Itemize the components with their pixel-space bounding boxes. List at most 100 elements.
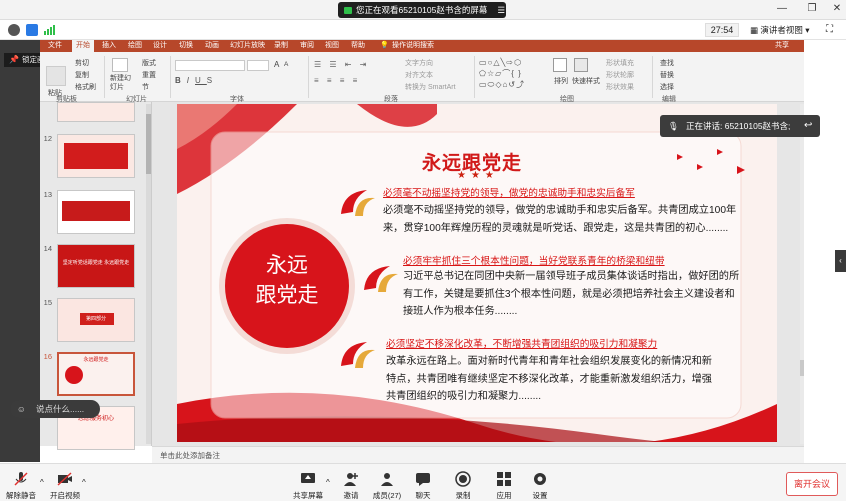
tab-help[interactable]: 帮助 (351, 40, 365, 52)
gear-icon (534, 473, 546, 485)
chat-icon (416, 473, 430, 486)
format-painter-button[interactable]: 格式刷 (75, 82, 96, 92)
video-button[interactable]: 开启视频 (48, 471, 82, 501)
tab-design[interactable]: 设计 (153, 40, 167, 52)
notes-placeholder[interactable]: 单击此处添加备注 (160, 450, 220, 461)
tab-home[interactable]: 开始 (72, 40, 94, 52)
align-text-button[interactable]: 对齐文本 (405, 70, 433, 80)
shape-effects-button[interactable]: 形状效果 (606, 82, 634, 92)
thumbnail-title: 坚定听党话跟党走 永远跟党走 (62, 260, 130, 266)
smartart-button[interactable]: 转换为 SmartArt (405, 82, 456, 92)
section-heading-1: 必须毫不动摇坚持党的领导，做党的忠诚助手和忠实后备军 (383, 188, 635, 199)
share-banner[interactable]: 您正在观看65210105赵书含的屏幕 ☰ (338, 2, 506, 18)
notes-pane[interactable] (152, 446, 804, 463)
tab-transitions[interactable]: 切换 (179, 40, 193, 52)
tab-review[interactable]: 审阅 (300, 40, 314, 52)
font-name-field[interactable] (175, 60, 245, 71)
section-heading-2: 必须牢牢抓住三个根本性问题，当好党联系青年的桥梁和纽带 (403, 256, 665, 267)
thumbnail-scrollbar-thumb[interactable] (146, 114, 151, 174)
lightbulb-icon: 💡 (380, 42, 389, 49)
section-button[interactable]: 节 (142, 82, 149, 92)
slide-thumbnail[interactable] (57, 190, 135, 234)
slide-thumbnail[interactable] (57, 134, 135, 178)
select-button[interactable]: 选择 (660, 82, 674, 92)
ribbon-tab-bar: 文件 开始 插入 绘图 设计 切换 动画 幻灯片放映 录制 审阅 视图 帮助 💡… (40, 40, 805, 52)
arrange-icon[interactable] (553, 58, 567, 72)
quick-styles-icon[interactable] (574, 58, 588, 72)
slide-number: 13 (43, 190, 52, 199)
font-size-up-button[interactable]: A (274, 60, 279, 69)
quick-styles-button[interactable]: 快速样式 (572, 76, 600, 86)
tab-draw[interactable]: 绘图 (128, 40, 142, 52)
text-direction-button[interactable]: 文字方向 (405, 58, 433, 68)
shape-outline-button[interactable]: 形状轮廓 (606, 70, 634, 80)
reset-button[interactable]: 重置 (142, 70, 156, 80)
font-size-down-button[interactable]: A (284, 61, 288, 68)
view-mode-dropdown[interactable]: ▦ 演讲者视图 ▾ (750, 23, 810, 37)
left-sidebar (0, 40, 40, 462)
chat-placeholder: 说点什么...... (36, 404, 85, 414)
section-2-line: 有工作，关键是要抓住3个根本性问题，就是必须把培养社会主义建设者和 (403, 288, 735, 300)
microphone-muted-icon (14, 472, 28, 486)
paste-icon[interactable] (46, 66, 66, 86)
leave-meeting-button[interactable]: 离开会议 (786, 472, 838, 496)
current-slide[interactable]: 永远跟党走 ★★★ 永远 跟党走 必须毫不动摇坚持党的领导，做党的忠诚助手和忠实… (177, 104, 777, 442)
microphone-icon: 🎙 (668, 121, 679, 131)
new-slide-icon[interactable] (112, 58, 128, 72)
shield-icon[interactable] (26, 24, 38, 36)
side-panel-toggle[interactable]: ‹ (835, 250, 846, 272)
tab-view[interactable]: 视图 (325, 40, 339, 52)
menu-icon[interactable]: ☰ (497, 2, 505, 18)
copy-button[interactable]: 复制 (75, 70, 89, 80)
share-button[interactable]: 共享 (775, 40, 789, 52)
layout-button[interactable]: 版式 (142, 58, 156, 68)
slide-thumbnail-selected[interactable]: 永远跟党走 (57, 352, 135, 396)
shapes-gallery[interactable]: ▭○△╲⇨⬡ ⬠☆▱⌒{ } ▭⬭◇⌂↺⤴ (479, 57, 547, 91)
close-icon[interactable]: ✕ (830, 3, 844, 14)
reply-icon[interactable]: ↩ (804, 115, 812, 137)
chevron-up-icon[interactable]: ^ (82, 478, 86, 487)
minimize-icon[interactable]: — (775, 3, 789, 14)
share-screen-button[interactable]: 共享屏幕 (291, 471, 325, 501)
section-3-line: 共青团组织的吸引力和凝聚力........ (386, 391, 542, 402)
shape-fill-button[interactable]: 形状填充 (606, 58, 634, 68)
new-slide-button[interactable]: 新建幻灯片 (110, 74, 132, 92)
members-button[interactable]: 成员(27) (370, 471, 404, 501)
invite-button[interactable]: 邀请 (334, 471, 368, 501)
meeting-timer: 27:54 (705, 23, 739, 37)
fullscreen-icon[interactable]: ⛶ (826, 24, 833, 35)
font-size-field[interactable] (247, 60, 269, 71)
settings-button[interactable]: 设置 (523, 471, 557, 501)
chevron-up-icon[interactable]: ^ (40, 478, 44, 487)
chat-input[interactable]: ☺ 说点什么...... (10, 400, 100, 418)
tell-me-search[interactable]: 操作说明搜索 (392, 40, 434, 52)
font-format-buttons[interactable]: BIUS (175, 76, 218, 85)
record-button[interactable]: 录制 (446, 471, 480, 501)
find-button[interactable]: 查找 (660, 58, 674, 68)
tab-record[interactable]: 录制 (274, 40, 288, 52)
replace-button[interactable]: 替换 (660, 70, 674, 80)
cut-button[interactable]: 剪切 (75, 58, 89, 68)
tab-animations[interactable]: 动画 (205, 40, 219, 52)
section-1-line: 来，贯穿100年辉煌历程的灵魂就是听党话、跟党走，这是共青团的初心.......… (383, 222, 729, 234)
tab-insert[interactable]: 插入 (102, 40, 116, 52)
slide-number: 16 (43, 352, 52, 361)
record-icon (455, 471, 471, 487)
chat-button[interactable]: 聊天 (406, 471, 440, 501)
tab-file[interactable]: 文件 (48, 40, 62, 52)
chevron-up-icon[interactable]: ^ (326, 478, 330, 487)
emoji-icon[interactable]: ☺ (17, 400, 26, 418)
slide-thumbnail[interactable]: 坚定听党话跟党走 永远跟党走 (57, 244, 135, 288)
slide-thumbnail[interactable]: 第四部分 (57, 298, 135, 342)
arrange-button[interactable]: 排列 (554, 76, 568, 86)
align-buttons[interactable]: ≡ ≡ ≡ ≡ (314, 76, 360, 85)
mute-button[interactable]: 解除静音 (4, 471, 38, 501)
list-buttons[interactable]: ☰ ☰ ⇤ ⇥ (314, 60, 369, 69)
tab-slideshow[interactable]: 幻灯片放映 (230, 40, 265, 52)
slide-thumbnail-pane: 12 13 14 坚定听党话跟党走 永远跟党走 15 第四部分 16 永远跟党走… (40, 102, 152, 450)
info-icon[interactable] (8, 24, 20, 36)
restore-icon[interactable]: ❐ (805, 3, 819, 14)
slide-thumbnail[interactable] (57, 102, 135, 122)
view-mode-label: 演讲者视图 (760, 25, 803, 35)
apps-button[interactable]: 应用 (487, 471, 521, 501)
